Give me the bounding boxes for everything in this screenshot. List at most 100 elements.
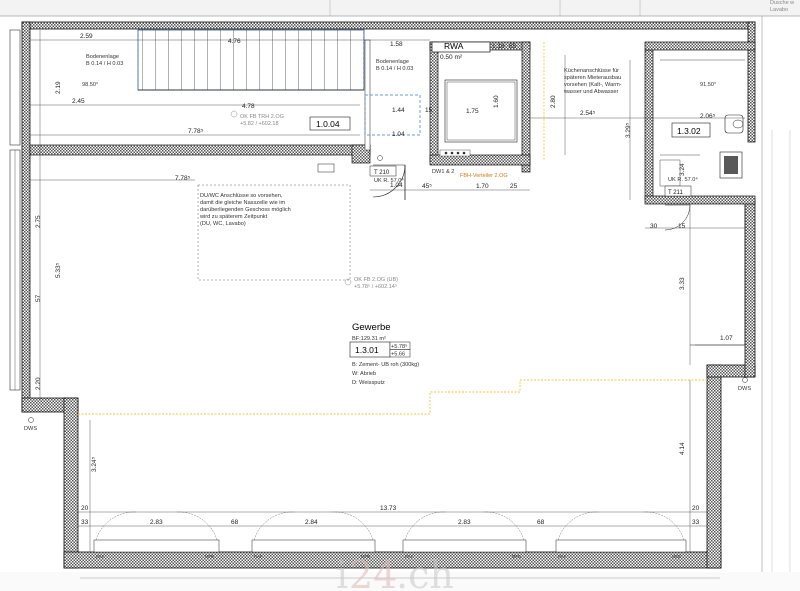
dim-1-44: 1.44 [392, 107, 405, 114]
window-label-1: RAF [96, 554, 105, 559]
dim-1-70: 1.70 [476, 183, 489, 190]
duwc-connection [317, 163, 335, 173]
note-floor-opening-left-2: B 0.14 / H 0.03 [86, 61, 123, 67]
watermark-24: 24 [349, 553, 397, 591]
main-room-name: Gewerbe [352, 322, 391, 333]
top-context [0, 0, 800, 17]
note-kitchen-4: wasser und Abwasser [563, 89, 619, 95]
rwa-label: RWA [444, 41, 464, 51]
note-kitchen-2: späteren Mieterausbau [564, 75, 621, 81]
window-label-8: MFB [672, 554, 681, 559]
level-mid-1: OK FB 2.OG (UB) [354, 277, 398, 283]
main-room-area: BF:129.31 m² [352, 336, 386, 342]
doors [372, 164, 691, 231]
watermark-ch: .ch [396, 553, 454, 591]
room-stamp-1-0-04: 1.0.04 [309, 116, 351, 131]
dim-33-b: 33 [692, 519, 700, 526]
markers [28, 110, 748, 423]
dim-68-b: 68 [537, 519, 545, 526]
main-room-wall: W: Abrieb [352, 371, 376, 377]
main-room-stamp: Gewerbe BF:129.31 m² 1.3.01 +5.78⁵ +5.66… [349, 322, 419, 386]
dim-2-45: 2.45 [72, 98, 85, 105]
room-label-1-0-04: 1.0.04 [316, 119, 340, 129]
dim-1-18: 1.18 [492, 43, 505, 50]
main-room-level-top: +5.78⁵ [391, 343, 407, 350]
dws-right: DWS [738, 386, 751, 392]
window-label-2: MFB [205, 554, 214, 559]
watermark-i: i [336, 553, 348, 591]
door-label-t210: T 210 [374, 170, 390, 176]
dim-v-3-24-b: 3.24 [679, 163, 686, 176]
dim-v-2-75: 2.75 [35, 215, 42, 228]
dim-20-b: 20 [692, 505, 700, 512]
dim-25: 25 [510, 183, 518, 190]
dim-4-78: 4.78 [242, 103, 255, 110]
note-floor-opening-right-1: Bodenenlage [376, 59, 409, 65]
note-kitchen-1: Küchenanschlüsse für [564, 68, 619, 74]
floor-plan: Dusche w Lavabo 2.59 4.76 1.58 1.18 65 2… [0, 0, 800, 591]
note-fbh: FBH-Verteiler 2.OG [460, 173, 508, 179]
dim-68-a: 68 [231, 519, 239, 526]
note-kitchen-3: vorsehen (Kalt-, Warm- [564, 82, 622, 88]
dim-13-73: 13.73 [380, 505, 397, 512]
window-label-6: MFB [512, 554, 521, 559]
dim-2-83-a: 2.83 [150, 519, 163, 526]
dim-v-2-80: 2.80 [550, 95, 557, 108]
dim-v-3-29: 3.29⁵ [625, 122, 632, 138]
note-dwi: DW1 & 2 [432, 169, 454, 175]
main-room-level-bottom: +5.66 [391, 352, 405, 358]
door-tag-t211: T 211 UK R. 57.0⁴ [664, 176, 698, 197]
dim-45: 45⁵ [422, 183, 432, 190]
note-floor-opening-right-2: B 0.14 / H 0.03 [376, 66, 413, 72]
window-label-3: RAF [254, 554, 263, 559]
note-duwc-5: (DU, WC, Lavabo) [200, 221, 246, 227]
dim-v-4-14: 4.14 [679, 442, 686, 455]
floor-boundary-line [78, 379, 707, 415]
dim-2-06: 2.06⁵ [700, 113, 716, 120]
dim-v-2-19: 2.19 [55, 81, 62, 94]
dim-v-5-33: 5.33⁵ [55, 262, 62, 278]
dim-2-59: 2.59 [80, 33, 93, 40]
main-room-floor: B: Zement- UB roh (300kg) [352, 362, 419, 368]
corner-note-1: Dusche w [770, 0, 794, 6]
dim-30: 30 [650, 223, 658, 230]
dim-2-83-b: 2.83 [458, 519, 471, 526]
dim-1-07: 1.07 [720, 335, 733, 342]
main-room-number: 1.3.01 [355, 345, 379, 355]
room-label-1-3-02: 1.3.02 [677, 126, 701, 136]
dimension-lines [30, 30, 745, 552]
dim-2-84: 2.84 [305, 519, 318, 526]
dim-1-75: 1.75 [466, 108, 479, 115]
note-duwc-3: darüberliegenden Geschoss möglich [200, 207, 291, 213]
window-label-7: RAF [558, 554, 567, 559]
outer-walls [9, 21, 756, 569]
dim-v-2-20: 2.20 [35, 377, 42, 390]
level-mid-2: +5.78⁵ / +602.14⁵ [354, 283, 397, 290]
corner-note-2: Lavabo [770, 7, 788, 13]
dim-15: 15 [425, 107, 433, 114]
dws-left: DWS [24, 426, 37, 432]
dim-20-a: 20 [81, 505, 89, 512]
door-label-t211: T 211 [668, 190, 683, 196]
level-top-1: OK FB TRH 2.OG [240, 114, 284, 120]
note-duwc-2: damit die gleiche Nasszelle wie im [200, 200, 286, 206]
dim-v-57: 57 [35, 294, 42, 302]
dim-4-76: 4.76 [228, 38, 241, 45]
door-sub-t211: UK R. 57.0⁴ [668, 176, 698, 183]
door-sub-t210: UK R. 57.0⁴ [374, 177, 404, 184]
dim-v-3-33: 3.33 [679, 277, 686, 290]
slope-right: 91.50° [700, 82, 716, 88]
note-duwc-4: wird zu späterem Zeitpunkt [199, 214, 268, 220]
bottom-windows [93, 511, 687, 553]
main-room-ceiling: D: Weissputz [352, 380, 385, 386]
right-context: Dusche w Lavabo [761, 0, 794, 591]
dim-7-78-b: 7.78⁵ [175, 175, 191, 182]
dim-15-b: 15 [678, 223, 686, 230]
dim-7-78-a: 7.78⁵ [188, 128, 204, 135]
dim-v-3-24: 3.24⁵ [91, 456, 98, 472]
door-tag-t210: T 210 UK R. 57.0⁴ [369, 165, 404, 184]
right-inner-lines [690, 204, 746, 346]
watermark-logo: i 24 .ch [336, 553, 454, 591]
dim-33-a: 33 [81, 519, 89, 526]
note-floor-opening-left-1: Bodenenlage [86, 54, 119, 60]
